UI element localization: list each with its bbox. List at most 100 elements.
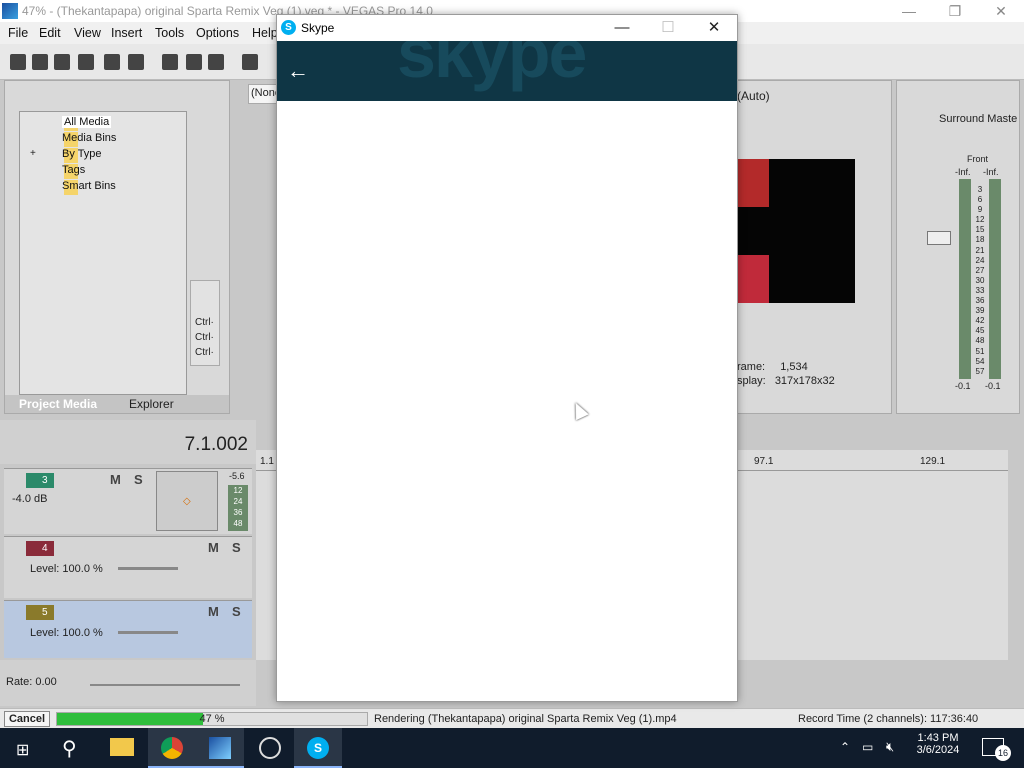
tree-by-type[interactable]: By Type <box>62 148 102 160</box>
paste-icon[interactable] <box>208 54 224 70</box>
volume-muted-icon[interactable]: 🔇︎ <box>886 739 894 755</box>
restore-button[interactable]: ❐ <box>932 0 978 22</box>
solo-button[interactable]: S <box>134 472 143 487</box>
meter-tick: 45 <box>975 326 985 336</box>
level-slider[interactable] <box>118 631 178 634</box>
skype-minimize-button[interactable]: — <box>599 15 645 41</box>
vegas-icon <box>209 737 231 759</box>
skype-maximize-button[interactable]: ☐ <box>645 15 691 41</box>
skype-close-button[interactable]: ✕ <box>691 15 737 41</box>
frame-value: 1,534 <box>780 361 808 373</box>
frame-info: rame: 1,534 <box>737 361 808 373</box>
mute-button[interactable]: M <box>208 540 219 555</box>
menu-tools[interactable]: Tools <box>155 26 184 40</box>
solo-button[interactable]: S <box>232 540 241 555</box>
timecode-area: 7.1.002 <box>0 420 256 464</box>
taskbar: ⊞ ⚲ S ⌃ ▭ 🔇︎ 1:43 PM 3/6/2024 16 <box>0 728 1024 768</box>
master-fader-handle[interactable] <box>927 231 951 245</box>
tree-all-media[interactable]: All Media <box>62 116 112 128</box>
tab-project-media[interactable]: Project Media <box>19 397 97 411</box>
undo-icon[interactable] <box>242 54 258 70</box>
timecode-display: 7.1.002 <box>184 434 248 455</box>
media-tree: All Media Media Bins + By Type Tags Smar… <box>19 111 187 395</box>
properties-gear-icon[interactable] <box>128 54 144 70</box>
meter-tick: 6 <box>977 195 983 205</box>
save-as-icon[interactable] <box>78 54 94 70</box>
status-bar: Cancel 47 % Rendering (Thekantapapa) ori… <box>0 708 1024 728</box>
taskbar-skype[interactable]: S <box>294 728 342 768</box>
taskbar-file-explorer[interactable] <box>98 728 146 768</box>
menu-file[interactable]: File <box>8 26 28 40</box>
taskbar-vegas[interactable] <box>196 728 244 768</box>
tree-media-bins[interactable]: Media Bins <box>62 132 116 144</box>
preview-quality-dropdown[interactable]: (Auto) <box>737 89 770 103</box>
menu-view[interactable]: View <box>74 26 101 40</box>
taskbar-chrome[interactable] <box>148 728 196 768</box>
video-preview-panel: (Auto) rame: 1,534 splay: 317x178x32 <box>736 80 892 414</box>
file-explorer-icon <box>110 738 134 756</box>
rendering-status: Rendering (Thekantapapa) original Sparta… <box>374 713 677 725</box>
front-label: Front <box>967 154 989 164</box>
meter-bottom-left: -0.1 <box>955 381 971 391</box>
mute-button[interactable]: M <box>110 472 121 487</box>
expand-icon[interactable]: + <box>30 148 36 159</box>
rate-slider[interactable] <box>90 684 240 686</box>
clock-time: 1:43 PM <box>917 732 959 744</box>
track-4[interactable]: 4 Level: 100.0 % M S <box>4 536 252 598</box>
video-preview <box>737 159 855 303</box>
copy-icon[interactable] <box>186 54 202 70</box>
preview-dropdown[interactable]: (None <box>248 84 281 104</box>
meter-tick: 15 <box>975 225 985 235</box>
render-icon[interactable] <box>104 54 120 70</box>
track-5[interactable]: 5 Level: 100.0 % M S <box>4 600 252 658</box>
tree-smart-bins[interactable]: Smart Bins <box>62 180 116 192</box>
meter-scale: 3 6 9 12 15 18 21 24 27 30 33 36 39 42 45 48 51 54 57 <box>973 185 987 377</box>
network-icon[interactable]: ▭ <box>862 740 873 754</box>
skype-taskbar-icon: S <box>307 737 329 759</box>
meter-tick: 33 <box>975 285 985 295</box>
taskbar-media-player[interactable] <box>246 728 294 768</box>
pan-value: -5.6 <box>229 471 245 481</box>
ctrl-label: Ctrl· <box>195 332 214 343</box>
menu-help[interactable]: Help <box>252 26 278 40</box>
minimize-button[interactable]: — <box>886 0 932 22</box>
back-arrow-icon[interactable]: ← <box>287 58 313 84</box>
level-slider[interactable] <box>118 567 178 570</box>
solo-button[interactable]: S <box>232 604 241 619</box>
meter-tick: 36 <box>975 296 985 306</box>
menu-options[interactable]: Options <box>196 26 239 40</box>
db-tick: 12 <box>233 486 243 495</box>
skype-logo-icon: S <box>281 20 296 35</box>
meter-tick: 27 <box>975 265 985 275</box>
ctrl-label: Ctrl· <box>195 347 214 358</box>
clock[interactable]: 1:43 PM 3/6/2024 <box>908 732 968 756</box>
cancel-render-button[interactable]: Cancel <box>4 711 50 727</box>
track-3[interactable]: 3 -4.0 dB M S ◇ -5.6 12 24 36 48 <box>4 468 252 534</box>
track-number: 5 <box>26 605 54 620</box>
meter-tick: 24 <box>975 255 985 265</box>
menu-insert[interactable]: Insert <box>111 26 142 40</box>
windows-icon: ⊞ <box>16 742 30 759</box>
tab-explorer[interactable]: Explorer <box>129 397 174 411</box>
tree-tags[interactable]: Tags <box>62 164 85 176</box>
close-button[interactable]: ✕ <box>978 0 1024 22</box>
save-icon[interactable] <box>54 54 70 70</box>
meter-left <box>959 179 971 379</box>
tray-chevron-icon[interactable]: ⌃ <box>840 740 850 754</box>
action-center-icon[interactable]: 16 <box>982 738 1011 761</box>
menu-edit[interactable]: Edit <box>39 26 61 40</box>
search-button[interactable]: ⚲ <box>48 728 96 768</box>
inf-right: -Inf. <box>983 167 999 177</box>
db-tick: 36 <box>233 508 243 517</box>
cut-icon[interactable] <box>162 54 178 70</box>
inf-left: -Inf. <box>955 167 971 177</box>
open-icon[interactable] <box>32 54 48 70</box>
pan-control[interactable]: ◇ <box>156 471 218 531</box>
mute-button[interactable]: M <box>208 604 219 619</box>
track-volume: -4.0 dB <box>12 493 48 505</box>
start-button[interactable]: ⊞ <box>0 728 48 768</box>
notification-badge: 16 <box>995 745 1011 761</box>
render-progress-text: 47 % <box>199 713 225 725</box>
skype-watermark-logo: skype <box>397 41 587 92</box>
new-project-icon[interactable] <box>10 54 26 70</box>
